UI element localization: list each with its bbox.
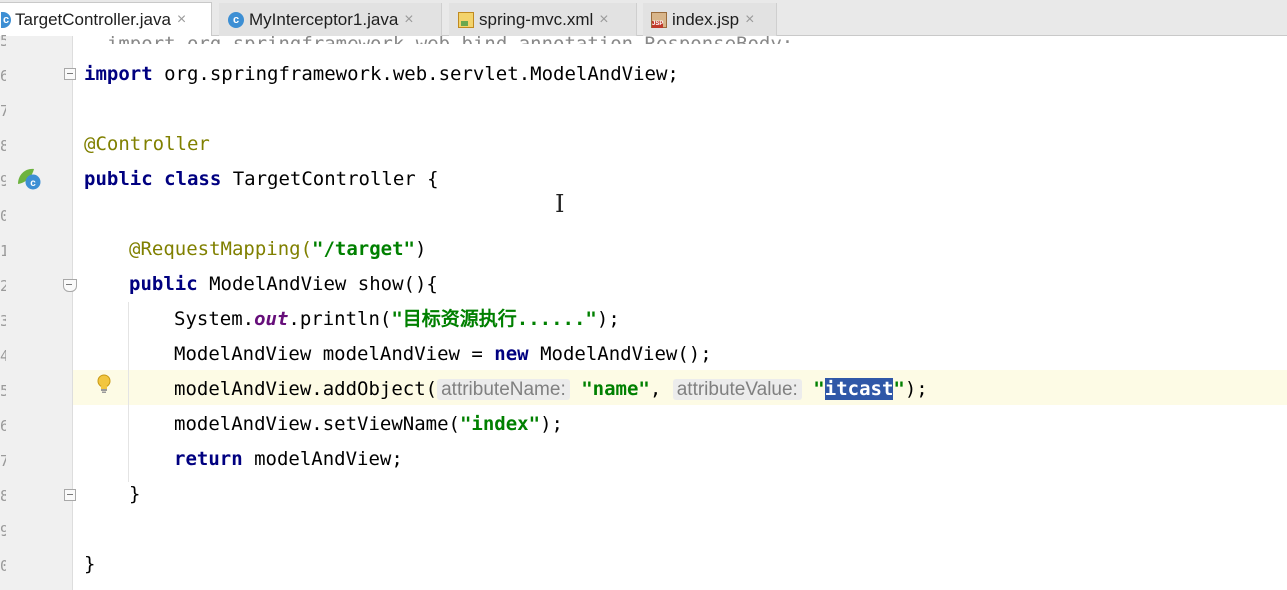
line-number: 0 xyxy=(0,557,6,575)
code-line-partial[interactable]: import org.springframework.web.bind.anno… xyxy=(84,24,793,44)
line-number: 6 xyxy=(0,417,6,435)
spring-bean-class-icon[interactable]: c xyxy=(14,166,44,192)
line-number: 0 xyxy=(0,207,6,225)
punctuation: , xyxy=(649,378,673,400)
lightbulb-icon[interactable] xyxy=(96,374,112,396)
line-number: 2 xyxy=(0,277,6,295)
code-text: modelAndView.addObject( xyxy=(174,378,438,400)
class-name: TargetController { xyxy=(221,168,439,190)
code-line-new-modelandview[interactable]: ModelAndView modelAndView = new ModelAnd… xyxy=(174,337,712,372)
code-text: System. xyxy=(174,308,255,330)
svg-text:c: c xyxy=(30,178,36,189)
keyword: return xyxy=(174,448,243,470)
string-literal: "目标资源执行......" xyxy=(391,308,597,330)
annotation: @Controller xyxy=(84,133,210,155)
code-line-request-mapping[interactable]: @RequestMapping("/target") xyxy=(129,232,426,267)
line-number: 3 xyxy=(0,312,6,330)
string-literal: "/target" xyxy=(312,238,415,260)
string-quote: " xyxy=(813,378,825,400)
text-cursor-icon: I xyxy=(555,190,565,218)
code-text: ModelAndView modelAndView = xyxy=(174,343,495,365)
keyword: public xyxy=(129,273,198,295)
parameter-hint: attributeValue: xyxy=(672,379,802,400)
punctuation: ); xyxy=(596,308,620,330)
import-path: org.springframework.web.servlet.ModelAnd… xyxy=(152,63,679,85)
line-number: 8 xyxy=(0,487,6,505)
selected-text[interactable]: itcast xyxy=(824,378,894,400)
line-number: 9 xyxy=(0,522,6,540)
string-literal: "name" xyxy=(581,378,650,400)
code-text: ModelAndView(); xyxy=(528,343,712,365)
code-line-import[interactable]: import org.springframework.web.servlet.M… xyxy=(84,57,679,92)
brace: } xyxy=(129,483,141,505)
method-signature: ModelAndView show(){ xyxy=(197,273,438,295)
punctuation: ); xyxy=(540,413,563,435)
punctuation: ) xyxy=(414,238,427,260)
line-number: 4 xyxy=(0,347,6,365)
line-number: 5 xyxy=(0,382,6,400)
code-text: modelAndView; xyxy=(242,448,403,470)
fold-marker-imports[interactable] xyxy=(64,68,76,80)
code-line-return[interactable]: return modelAndView; xyxy=(174,442,403,477)
static-field: out xyxy=(254,308,289,330)
code-line-add-object[interactable]: modelAndView.addObject(attributeName: "n… xyxy=(174,372,928,407)
brace: } xyxy=(84,553,96,575)
string-quote: " xyxy=(893,378,905,400)
code-line-class-close[interactable]: } xyxy=(84,547,95,582)
code-line-println[interactable]: System.out.println("目标资源执行......"); xyxy=(174,302,620,337)
editor-gutter xyxy=(0,36,73,590)
line-number: 1 xyxy=(0,242,6,260)
code-line-method-close[interactable]: } xyxy=(129,477,140,512)
line-number: 7 xyxy=(0,452,6,470)
fold-marker-method-end[interactable] xyxy=(64,489,76,501)
partial-import-text: import org.springframework.web.bind.anno… xyxy=(106,33,794,44)
code-line-controller-annotation[interactable]: @Controller xyxy=(84,127,210,162)
string-literal: "index" xyxy=(459,413,541,435)
fold-marker-method[interactable] xyxy=(63,279,77,292)
keyword: public class xyxy=(84,168,222,190)
line-number: 8 xyxy=(0,137,6,155)
code-line-class-declaration[interactable]: public class TargetController { xyxy=(84,162,439,197)
keyword: new xyxy=(494,343,529,365)
line-number: 7 xyxy=(0,102,6,120)
line-number: 5 xyxy=(0,32,6,50)
annotation: @RequestMapping( xyxy=(129,238,313,260)
keyword: import xyxy=(84,63,153,85)
indent-guide xyxy=(128,302,129,482)
punctuation: ); xyxy=(904,378,928,400)
code-text: .println( xyxy=(288,308,392,330)
line-number: 6 xyxy=(0,67,6,85)
java-class-icon: c xyxy=(1,11,11,28)
code-line-set-view-name[interactable]: modelAndView.setViewName("index"); xyxy=(174,407,563,442)
code-line-method-declaration[interactable]: public ModelAndView show(){ xyxy=(129,267,438,302)
parameter-hint: attributeName: xyxy=(437,379,570,400)
code-text: modelAndView.setViewName( xyxy=(174,413,460,435)
line-number: 9 xyxy=(0,172,6,190)
